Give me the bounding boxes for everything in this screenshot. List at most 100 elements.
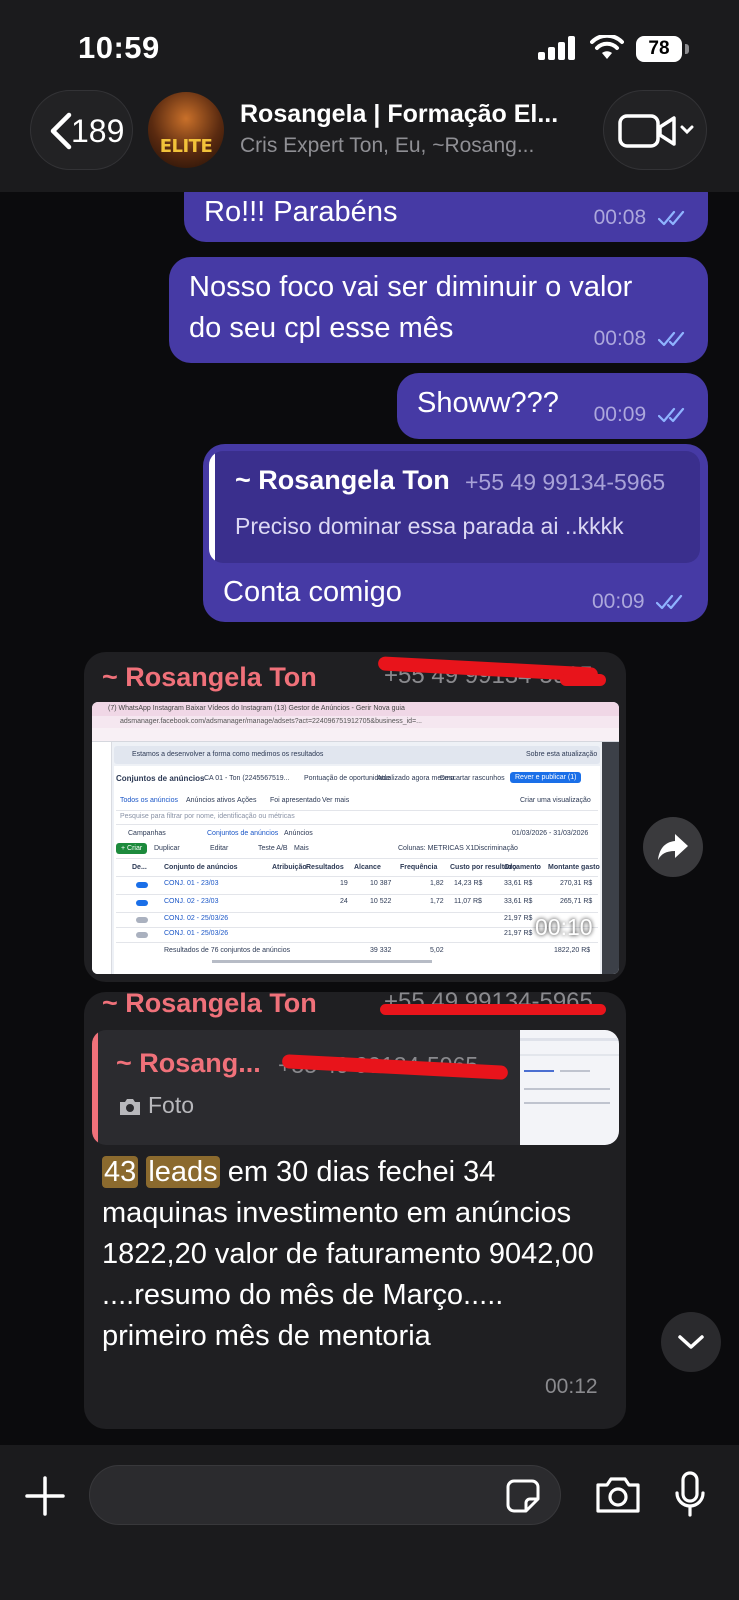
adset-name: CONJ. 02 - 23/03 [164, 898, 219, 905]
ads-tab-actions: Ações [237, 797, 257, 804]
message-meta: 00:09 [592, 590, 688, 614]
sender-name: ~ Rosangela Ton [102, 988, 317, 1018]
divider [116, 942, 598, 943]
chevron-down-icon [678, 1335, 704, 1349]
ads-tab-active: Anúncios ativos [186, 797, 236, 804]
quoted-text: Preciso dominar essa parada ai ..kkkk [235, 513, 624, 539]
quoted-message[interactable]: ~ Rosangela Ton +55 49 99134-5965 Precis… [209, 451, 700, 563]
outgoing-message[interactable]: Nosso foco vai ser diminuir o valor do s… [169, 257, 708, 363]
video-camera-icon [618, 114, 694, 148]
ads-total-reach: 39 332 [370, 947, 392, 954]
row-toggle [136, 882, 148, 888]
ads-total-spent: 1822,20 R$ [554, 947, 591, 954]
quoted-photo-thumbnail [520, 1030, 619, 1145]
redaction-scribble [560, 674, 606, 686]
col-header: Conjunto de anúncios [164, 864, 238, 871]
read-receipt-icon [658, 332, 685, 347]
horizontal-scrollbar [212, 960, 432, 963]
camera-icon[interactable] [594, 1475, 642, 1515]
ads-total-frequency: 5,02 [430, 947, 444, 954]
quoted-sender: ~ Rosang... [116, 1048, 261, 1078]
message-time: 00:09 [592, 590, 645, 613]
chat-header: 189 ELITE Rosangela | Formação El... Cri… [0, 88, 739, 192]
row-toggle [136, 900, 148, 906]
outgoing-message[interactable]: Ro!!! Parabéns 00:08 [184, 192, 708, 242]
back-button[interactable]: 189 [30, 90, 133, 170]
ads-discard: Descartar rascunhos [440, 775, 505, 782]
scroll-to-bottom-button[interactable] [661, 1312, 721, 1372]
video-call-button[interactable] [603, 90, 707, 170]
col-header: Resultados [306, 864, 344, 871]
message-time: 00:12 [545, 1375, 598, 1398]
adset-results: 24 [340, 898, 348, 905]
chat-participants[interactable]: Cris Expert Ton, Eu, ~Rosang... [240, 134, 534, 158]
ads-left-rail [92, 742, 112, 974]
group-avatar[interactable]: ELITE [148, 92, 224, 168]
sticker-icon[interactable] [506, 1479, 540, 1513]
adset-frequency: 1,72 [430, 898, 444, 905]
unread-count: 189 [71, 113, 125, 149]
forward-button[interactable] [643, 817, 703, 877]
quoted-sender: ~ Rosangela Ton [235, 465, 450, 495]
ads-search: Pesquise para filtrar por nome, identifi… [120, 813, 295, 820]
message-input-container[interactable] [89, 1465, 561, 1525]
adset-name: CONJ. 01 - 25/03/26 [164, 930, 229, 937]
read-receipt-icon [656, 595, 683, 610]
quoted-phone: +55 49 99134-5965 [465, 469, 666, 495]
browser-tab-strip: (7) WhatsApp Instagram Baixar Vídeos do … [92, 702, 619, 716]
adset-reach: 10 387 [370, 880, 392, 887]
sender-name: ~ Rosangela Ton [102, 662, 317, 692]
microphone-icon[interactable] [674, 1471, 706, 1519]
message-meta: 00:09 [594, 403, 690, 427]
ads-more: Mais [294, 845, 309, 852]
message-text: 43 leads em 30 dias fechei 34 maquinas i… [102, 1152, 612, 1357]
camera-icon [120, 1098, 140, 1115]
message-meta: 00:08 [594, 327, 690, 351]
ads-tab-all: Todos os anúncios [120, 797, 178, 804]
ads-page-title: Conjuntos de anúncios [116, 774, 205, 783]
adset-budget: 21,97 R$ [504, 915, 533, 922]
composer-bar [0, 1445, 739, 1600]
forward-arrow-icon [658, 834, 688, 860]
outgoing-message[interactable]: Showw??? 00:09 [397, 373, 708, 439]
message-text-line-2: do seu cpl esse mês [189, 312, 454, 344]
browser-url-text: adsmanager.facebook.com/adsmanager/manag… [120, 718, 422, 725]
quote-bar [92, 1030, 98, 1145]
quoted-message[interactable]: ~ Rosang... +55 49 99134-5965 Foto [92, 1030, 619, 1145]
message-text-line-1: Nosso foco vai ser diminuir o valor [189, 271, 633, 303]
col-header: Montante gasto [548, 864, 600, 871]
adset-reach: 10 522 [370, 898, 392, 905]
plus-icon[interactable] [24, 1475, 66, 1517]
ads-breakdown: Discriminação [474, 845, 518, 852]
ads-see-more: Ver mais [322, 797, 350, 804]
cellular-signal-icon [538, 36, 578, 60]
notice-button: Sobre esta atualização [526, 751, 598, 758]
divider [116, 858, 598, 859]
adset-frequency: 1,82 [430, 880, 444, 887]
ads-nav-ads: Anúncios [284, 830, 313, 837]
chat-title[interactable]: Rosangela | Formação El... [240, 100, 558, 129]
ads-total-label: Resultados de 76 conjuntos de anúncios [164, 947, 291, 954]
message-input[interactable] [110, 1478, 490, 1512]
col-header: De... [132, 864, 147, 871]
quoted-photo-label: Foto [118, 1092, 194, 1119]
ads-create-view: Criar uma visualização [520, 797, 591, 804]
col-header: Frequência [400, 864, 438, 871]
col-header: Orçamento [504, 864, 541, 871]
ads-notice-banner: Estamos a desenvolver a forma como medim… [114, 746, 600, 764]
adset-spent: 270,31 R$ [560, 880, 593, 887]
browser-tabs-text: (7) WhatsApp Instagram Baixar Vídeos do … [108, 705, 405, 712]
status-time: 10:59 [78, 30, 160, 65]
message-list[interactable]: Ro!!! Parabéns 00:08 Nosso foco vai ser … [0, 192, 739, 1445]
message-text: Showw??? [417, 387, 559, 419]
adset-budget: 21,97 R$ [504, 930, 533, 937]
battery-tip [685, 44, 689, 54]
ads-ab-test: Teste A/B [258, 845, 288, 852]
ads-review-button: Rever e publicar (1) [510, 772, 582, 783]
adset-budget: 33,61 R$ [504, 898, 533, 905]
message-time: 00:08 [593, 327, 647, 350]
ads-edit: Editar [210, 845, 229, 852]
message-time: 00:09 [593, 403, 647, 426]
battery-icon: 78 [636, 36, 682, 62]
row-toggle [136, 917, 148, 923]
